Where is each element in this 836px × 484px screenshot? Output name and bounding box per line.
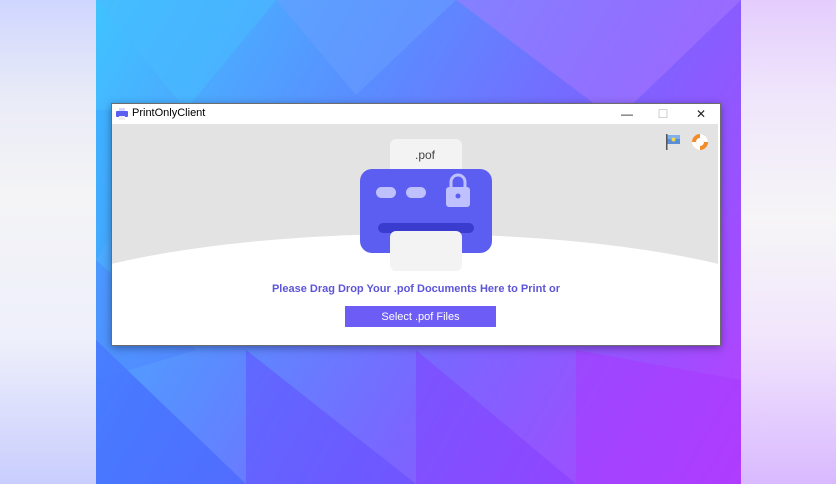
blurred-background-left: [0, 0, 96, 484]
lifebuoy-icon[interactable]: [690, 132, 710, 152]
close-button[interactable]: ✕: [684, 104, 718, 124]
flag-icon[interactable]: [663, 132, 683, 152]
printer-app-icon: [116, 108, 128, 120]
print-only-client-window: PrintOnlyClient — ☐ ✕ .pof Please Drag D…: [111, 103, 721, 346]
blurred-background-right: [740, 0, 836, 484]
minimize-button[interactable]: —: [610, 104, 644, 124]
title-bar[interactable]: PrintOnlyClient — ☐ ✕: [112, 104, 720, 124]
select-files-button[interactable]: Select .pof Files: [345, 306, 496, 327]
drop-zone[interactable]: .pof Please Drag Drop Your .pof Document…: [112, 124, 720, 345]
maximize-button[interactable]: ☐: [646, 104, 680, 124]
drag-drop-message: Please Drag Drop Your .pof Documents Her…: [271, 283, 561, 295]
window-title: PrintOnlyClient: [132, 107, 206, 119]
paper-label: .pof: [414, 148, 435, 162]
